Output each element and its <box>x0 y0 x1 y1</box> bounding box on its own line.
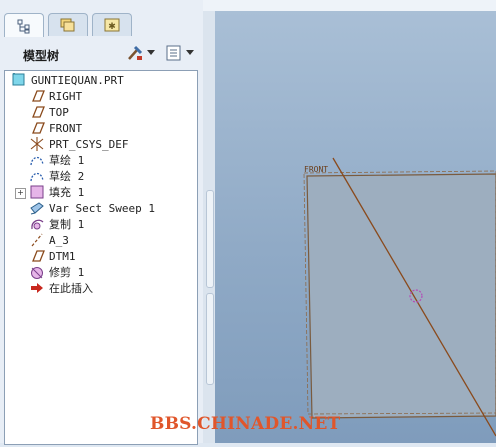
datum-plane-icon <box>32 106 45 118</box>
tree-icon <box>17 19 30 33</box>
fill-icon <box>30 185 44 199</box>
tree-item-label: 草绘 2 <box>49 170 85 183</box>
datum-plane-icon <box>32 122 45 134</box>
tree-item-label: 草绘 1 <box>49 154 85 167</box>
tree-item[interactable]: 在此插入 <box>29 280 93 296</box>
tree-item[interactable]: RIGHT <box>29 88 82 104</box>
copy-icon <box>31 219 44 230</box>
show-button[interactable] <box>165 43 194 63</box>
part-icon <box>12 73 25 86</box>
datum-plane-icon <box>32 90 45 102</box>
favorites-icon: ✱ <box>104 18 120 32</box>
sketch-icon <box>30 156 44 166</box>
plane-label: FRONT <box>304 165 329 174</box>
tree-item[interactable]: Var Sect Sweep 1 <box>29 200 155 216</box>
tree-item-label: TOP <box>49 105 69 119</box>
tree-item-label: A_3 <box>49 233 69 247</box>
tree-item[interactable]: TOP <box>29 104 69 120</box>
tree-root[interactable]: GUNTIEQUAN.PRT <box>11 72 124 88</box>
show-list-icon <box>166 45 181 61</box>
tree-item[interactable]: 填充 1 <box>29 184 84 200</box>
folders-icon <box>60 18 75 32</box>
tree-item-label: DTM1 <box>49 249 76 263</box>
favorites-tab[interactable]: ✱ <box>92 13 132 36</box>
tree-item[interactable]: 修剪 1 <box>29 264 84 280</box>
model-tree: GUNTIEQUAN.PRT RIGHT TOP FRONT PRT_CSYS_… <box>4 70 198 445</box>
folder-browser-tab[interactable] <box>48 13 88 36</box>
splitter-grip-upper[interactable] <box>206 190 214 288</box>
tree-item[interactable]: FRONT <box>29 120 82 136</box>
tree-item-label: 在此插入 <box>49 282 93 295</box>
chevron-down-icon <box>186 50 194 55</box>
tree-item[interactable]: A_3 <box>29 232 69 248</box>
tree-item[interactable]: PRT_CSYS_DEF <box>29 136 128 152</box>
tree-item-label: FRONT <box>49 121 83 135</box>
tree-root-label: GUNTIEQUAN.PRT <box>31 73 124 87</box>
tree-item-label: PRT_CSYS_DEF <box>49 137 129 151</box>
watermark: BBS.CHINADE.NET <box>150 414 341 434</box>
insert-here-icon <box>31 283 43 293</box>
model-tree-tab[interactable] <box>4 13 44 37</box>
expand-toggle[interactable]: + <box>15 188 26 199</box>
var-sweep-icon <box>30 202 44 215</box>
tree-item-label: Var Sect Sweep 1 <box>49 201 155 215</box>
model-view <box>303 157 496 437</box>
tree-item-label: RIGHT <box>49 89 83 103</box>
settings-button[interactable] <box>126 43 155 63</box>
tree-item-label: 填充 1 <box>49 186 85 199</box>
datum-plane-surface <box>306 173 496 419</box>
panel-title: 模型树 <box>23 49 60 63</box>
graphics-viewport[interactable]: FRONT <box>215 11 496 443</box>
tree-item-label: 复制 1 <box>49 218 85 231</box>
splitter-grip-lower[interactable] <box>206 293 214 385</box>
tree-item[interactable]: DTM1 <box>29 248 76 264</box>
datum-plane-icon <box>32 250 45 262</box>
settings-tools-icon <box>128 45 143 60</box>
csys-icon <box>30 137 44 151</box>
trim-icon <box>31 267 43 279</box>
chevron-down-icon <box>147 50 155 55</box>
axis-icon <box>31 233 43 247</box>
tree-item[interactable]: 草绘 1 <box>29 152 84 168</box>
tree-item[interactable]: 草绘 2 <box>29 168 84 184</box>
sketch-icon <box>30 172 44 182</box>
svg-text:✱: ✱ <box>108 22 116 32</box>
tree-item-label: 修剪 1 <box>49 266 85 279</box>
tree-item[interactable]: 复制 1 <box>29 216 84 232</box>
